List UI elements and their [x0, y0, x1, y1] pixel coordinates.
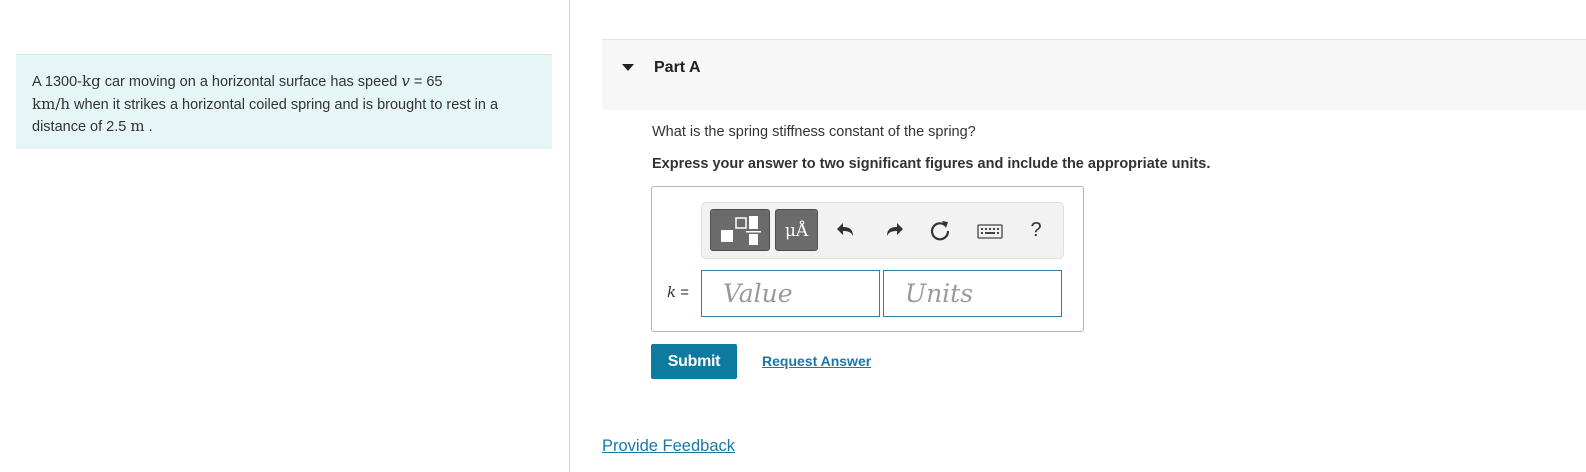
reset-icon[interactable] — [928, 217, 952, 250]
speed-symbol: v — [401, 72, 410, 90]
variable-equals: = — [676, 284, 690, 301]
request-answer-link[interactable]: Request Answer — [762, 353, 871, 369]
help-icon[interactable]: ? — [1024, 217, 1048, 243]
speed-unit: km/h — [32, 94, 71, 113]
pane-divider — [569, 0, 570, 472]
math-toolbar: μÅ ? — [701, 202, 1064, 259]
problem-text-2: car moving on a horizontal surface has s… — [100, 74, 402, 90]
variable-symbol: k — [667, 283, 677, 301]
variable-label: k = — [667, 283, 689, 301]
templates-icon — [721, 216, 761, 245]
answer-box: μÅ ? k = Value Units — [651, 186, 1084, 332]
problem-statement: A 1300-kg car moving on a horizontal sur… — [16, 54, 552, 149]
instruction-text: Express your answer to two significant f… — [652, 156, 1211, 172]
part-title: Part A — [654, 59, 701, 76]
submit-button[interactable]: Submit — [651, 344, 737, 379]
problem-text-4: when it strikes a horizontal coiled spri… — [32, 96, 499, 136]
problem-text-5: . — [144, 119, 153, 135]
part-header[interactable]: Part A — [602, 39, 1586, 110]
distance-unit: m — [130, 117, 145, 135]
problem-pane: A 1300-kg car moving on a horizontal sur… — [0, 0, 570, 472]
undo-icon[interactable] — [834, 217, 858, 250]
mass-unit: kg — [82, 72, 101, 90]
problem-text-3: = 65 — [409, 74, 443, 90]
problem-text-1: A 1300- — [32, 74, 82, 90]
value-input[interactable]: Value — [701, 270, 880, 317]
question-text: What is the spring stiffness constant of… — [652, 124, 976, 140]
keyboard-icon[interactable] — [976, 217, 1004, 250]
units-button[interactable]: μÅ — [775, 209, 818, 251]
templates-button[interactable] — [710, 209, 770, 251]
units-input[interactable]: Units — [883, 270, 1062, 317]
units-button-label: μÅ — [784, 221, 809, 241]
provide-feedback-link[interactable]: Provide Feedback — [602, 437, 735, 456]
caret-down-icon[interactable] — [622, 64, 634, 71]
redo-icon[interactable] — [882, 217, 906, 250]
